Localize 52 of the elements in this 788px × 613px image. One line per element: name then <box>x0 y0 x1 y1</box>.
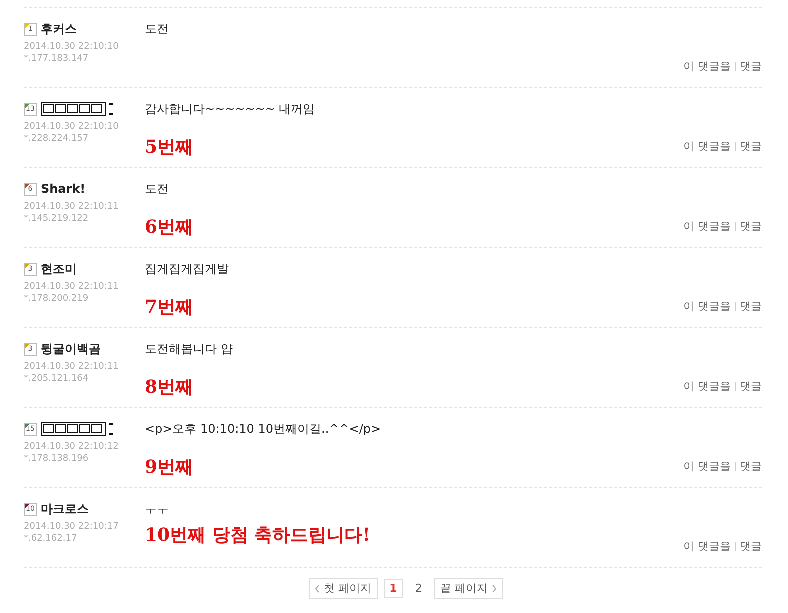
annotation-text: 7번째 <box>145 296 194 319</box>
comment-text: 도전 <box>145 21 170 37</box>
comment-text: ㅜㅜ <box>145 501 170 517</box>
page-link[interactable]: 1 <box>384 579 404 598</box>
ip-address: *.178.138.196 <box>24 453 90 465</box>
ip-address: *.228.224.157 <box>24 133 90 145</box>
comment-text: 도전 <box>145 181 170 197</box>
comment-text: 집게집게집게발 <box>145 261 230 277</box>
comment-action-link[interactable]: 댓글 <box>740 459 762 474</box>
annotation-text: 6번째 <box>145 216 194 239</box>
comment-action-link[interactable]: 이 댓글을 <box>684 379 731 394</box>
comment-date: 2014.10.30 22:10:12 <box>24 441 120 453</box>
annotation-text: 9번째 <box>145 456 194 479</box>
nickname[interactable]: Shark! <box>41 182 86 196</box>
comment-text: <p>오후 10:10:10 10번째이길..^^</p> <box>145 421 382 437</box>
nickname[interactable]: 뒹굴이백곰 <box>41 340 101 358</box>
comment-action-link[interactable]: 이 댓글을 <box>684 299 731 314</box>
comment-action-link[interactable]: 댓글 <box>740 299 762 314</box>
comment-action-link[interactable]: 댓글 <box>740 139 762 154</box>
comment-action-link[interactable]: 댓글 <box>740 219 762 234</box>
ip-address: *.62.162.17 <box>24 533 78 545</box>
comment-action-link[interactable]: 이 댓글을 <box>684 139 731 154</box>
comment-date: 2014.10.30 22:10:11 <box>24 361 120 373</box>
ip-address: *.145.219.122 <box>24 213 90 225</box>
comment-date: 2014.10.30 22:10:11 <box>24 281 120 293</box>
comment-date: 2014.10.30 22:10:17 <box>24 521 120 533</box>
chevron-left-icon <box>315 584 320 592</box>
nickname[interactable]: 마크로스 <box>41 500 89 518</box>
comment-action-link[interactable]: 이 댓글을 <box>684 219 731 234</box>
comment-action-link[interactable]: 댓글 <box>740 379 762 394</box>
ip-address: *.205.121.164 <box>24 373 90 385</box>
page-link[interactable]: 2 <box>409 579 428 598</box>
comment-text: 감사합니다~~~~~~~ 내꺼임 <box>145 101 316 117</box>
ip-address: *.177.183.147 <box>24 53 90 65</box>
first-page-button[interactable]: 첫 페이지 <box>309 578 378 599</box>
chevron-right-icon <box>492 584 497 592</box>
comment-date: 2014.10.30 22:10:11 <box>24 201 120 213</box>
comment-text: 도전해봅니다 얍 <box>145 341 234 357</box>
comment-action-link[interactable]: 이 댓글을 <box>684 459 731 474</box>
annotation-text: 8번째 <box>145 376 194 399</box>
comment-action-link[interactable]: 댓글 <box>740 539 762 554</box>
comment-action-link[interactable]: 댓글 <box>740 59 762 74</box>
nickname[interactable]: 현조미 <box>41 260 77 278</box>
annotation-text: 10번째 당첨 축하드립니다! <box>145 524 370 547</box>
nickname[interactable]: 후커스 <box>41 20 77 38</box>
annotation-text: 5번째 <box>145 136 194 159</box>
ip-address: *.178.200.219 <box>24 293 90 305</box>
last-page-button[interactable]: 끝 페이지 <box>434 578 503 599</box>
comment-date: 2014.10.30 22:10:10 <box>24 121 120 133</box>
comment-action-link[interactable]: 이 댓글을 <box>684 59 731 74</box>
comment-action-link[interactable]: 이 댓글을 <box>684 539 731 554</box>
comment-date: 2014.10.30 22:10:10 <box>24 41 120 53</box>
